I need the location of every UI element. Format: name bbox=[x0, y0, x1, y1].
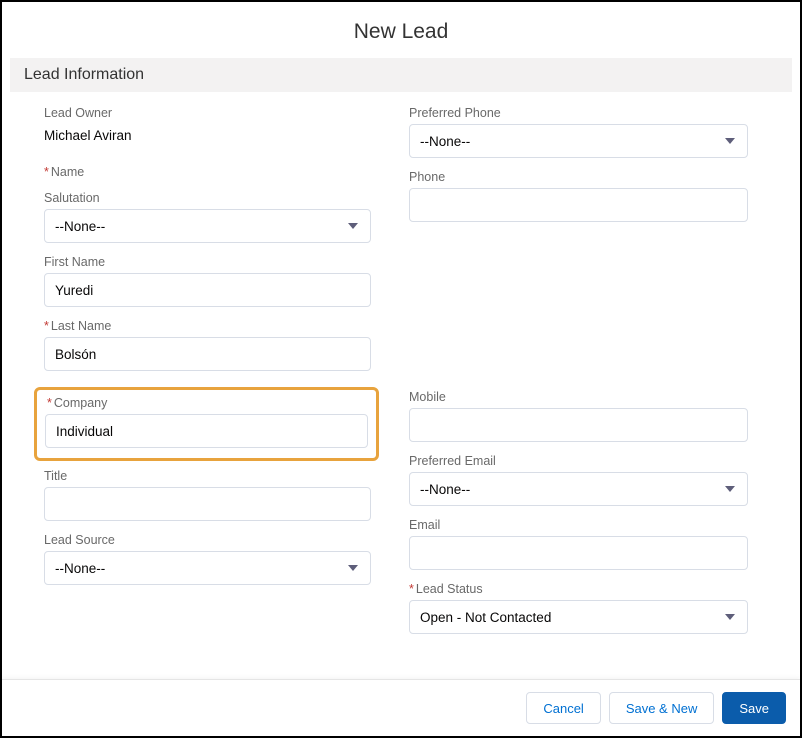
phone-field: Phone bbox=[409, 170, 748, 222]
cancel-button[interactable]: Cancel bbox=[526, 692, 600, 724]
preferred-phone-field: Preferred Phone --None-- bbox=[409, 106, 748, 158]
first-name-label: First Name bbox=[44, 255, 371, 269]
lead-status-field: Lead Status Open - Not Contacted bbox=[409, 582, 748, 634]
lead-status-label: Lead Status bbox=[409, 582, 748, 596]
first-name-value: Yuredi bbox=[55, 283, 93, 298]
last-name-field: Last Name Bolsón bbox=[44, 319, 371, 371]
chevron-down-icon bbox=[725, 138, 735, 144]
last-name-input[interactable]: Bolsón bbox=[44, 337, 371, 371]
email-label: Email bbox=[409, 518, 748, 532]
lead-owner-field: Lead Owner Michael Aviran bbox=[44, 106, 371, 153]
chevron-down-icon bbox=[725, 486, 735, 492]
save-new-button[interactable]: Save & New bbox=[609, 692, 715, 724]
company-label: Company bbox=[47, 396, 368, 410]
preferred-email-label: Preferred Email bbox=[409, 454, 748, 468]
form-body: Lead Owner Michael Aviran Name Salutatio… bbox=[2, 92, 800, 646]
first-name-input[interactable]: Yuredi bbox=[44, 273, 371, 307]
salutation-label: Salutation bbox=[44, 191, 371, 205]
title-label: Title bbox=[44, 469, 371, 483]
save-button[interactable]: Save bbox=[722, 692, 786, 724]
email-input[interactable] bbox=[409, 536, 748, 570]
first-name-field: First Name Yuredi bbox=[44, 255, 371, 307]
preferred-email-field: Preferred Email --None-- bbox=[409, 454, 748, 506]
company-value: Individual bbox=[56, 424, 113, 439]
lead-status-select[interactable]: Open - Not Contacted bbox=[409, 600, 748, 634]
name-label: Name bbox=[44, 165, 371, 179]
title-field: Title bbox=[44, 469, 371, 521]
mobile-input[interactable] bbox=[409, 408, 748, 442]
company-highlight: Company Individual bbox=[34, 387, 379, 461]
chevron-down-icon bbox=[725, 614, 735, 620]
preferred-phone-value: --None-- bbox=[420, 134, 470, 149]
mobile-label: Mobile bbox=[409, 390, 748, 404]
chevron-down-icon bbox=[348, 565, 358, 571]
lead-owner-label: Lead Owner bbox=[44, 106, 371, 120]
left-column: Lead Owner Michael Aviran Name Salutatio… bbox=[10, 106, 401, 646]
salutation-select[interactable]: --None-- bbox=[44, 209, 371, 243]
title-input[interactable] bbox=[44, 487, 371, 521]
phone-input[interactable] bbox=[409, 188, 748, 222]
mobile-field: Mobile bbox=[409, 390, 748, 442]
preferred-email-value: --None-- bbox=[420, 482, 470, 497]
right-column: Preferred Phone --None-- Phone Mobile Pr… bbox=[401, 106, 792, 646]
lead-source-label: Lead Source bbox=[44, 533, 371, 547]
lead-source-value: --None-- bbox=[55, 561, 105, 576]
name-field: Name bbox=[44, 165, 371, 179]
email-field: Email bbox=[409, 518, 748, 570]
chevron-down-icon bbox=[348, 223, 358, 229]
lead-source-select[interactable]: --None-- bbox=[44, 551, 371, 585]
preferred-phone-label: Preferred Phone bbox=[409, 106, 748, 120]
salutation-value: --None-- bbox=[55, 219, 105, 234]
lead-status-value: Open - Not Contacted bbox=[420, 610, 551, 625]
section-header: Lead Information bbox=[10, 58, 792, 92]
preferred-phone-select[interactable]: --None-- bbox=[409, 124, 748, 158]
last-name-label: Last Name bbox=[44, 319, 371, 333]
modal-title: New Lead bbox=[2, 2, 800, 58]
lead-owner-value: Michael Aviran bbox=[44, 124, 371, 153]
lead-source-field: Lead Source --None-- bbox=[44, 533, 371, 585]
preferred-email-select[interactable]: --None-- bbox=[409, 472, 748, 506]
last-name-value: Bolsón bbox=[55, 347, 96, 362]
salutation-field: Salutation --None-- bbox=[44, 191, 371, 243]
phone-label: Phone bbox=[409, 170, 748, 184]
footer: Cancel Save & New Save bbox=[2, 679, 800, 736]
company-input[interactable]: Individual bbox=[45, 414, 368, 448]
